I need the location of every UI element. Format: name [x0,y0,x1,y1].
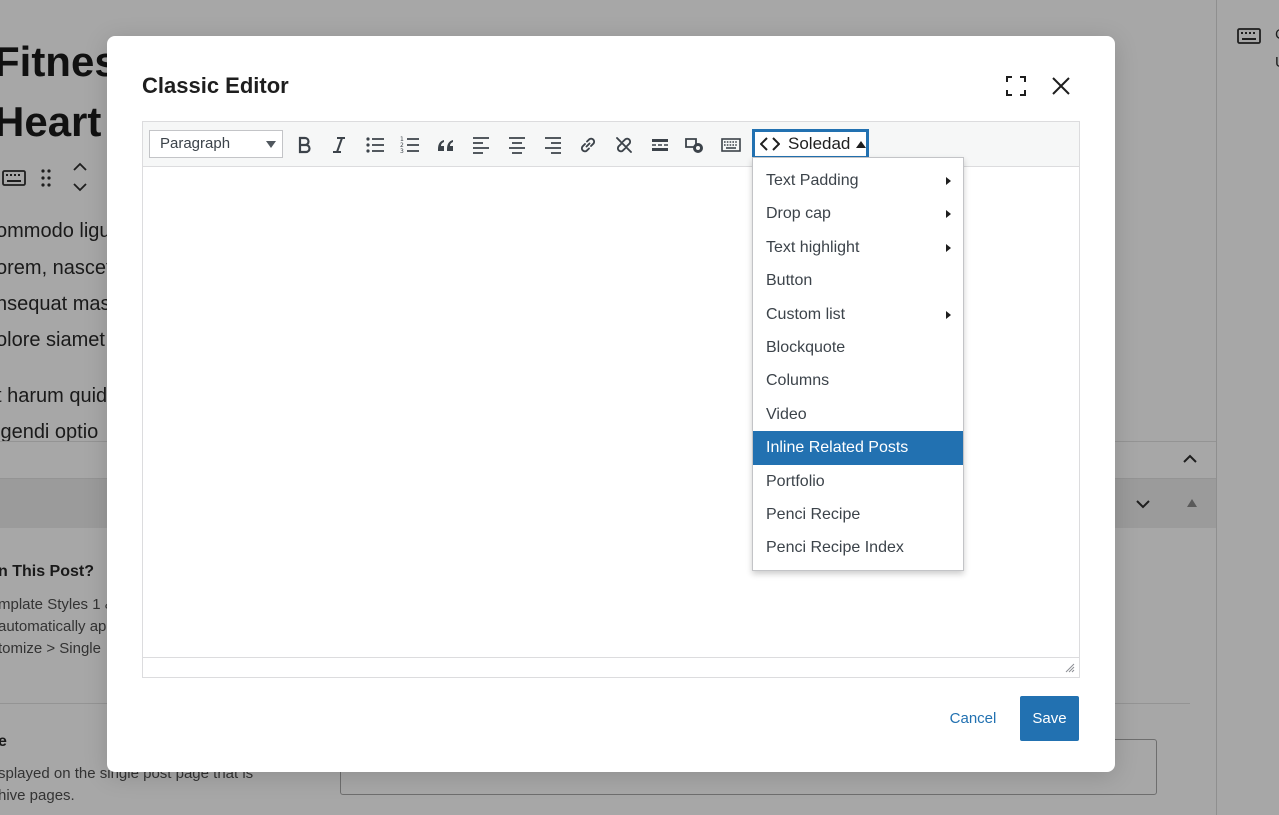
body-text-line: orem, nascet [0,257,112,279]
align-center-icon [509,137,525,154]
caret-up-icon [856,140,867,148]
italic-button[interactable] [325,131,353,159]
chevron-down-icon[interactable] [1135,499,1151,509]
bold-button[interactable] [290,131,318,159]
meta-section2-heading: e [0,733,7,750]
drag-handle-icon[interactable] [40,168,52,188]
menu-item-label: Penci Recipe Index [766,539,904,557]
submenu-arrow-icon [946,177,951,185]
media-icon [685,138,703,153]
code-icon [760,137,780,151]
fullscreen-button[interactable] [1000,70,1032,102]
menu-item-text-padding[interactable]: Text Padding [753,164,963,197]
menu-item-label: Button [766,272,813,290]
meta-section-text: tomize > Single [0,640,101,657]
triangle-up-icon[interactable] [1187,499,1197,507]
bullet-list-icon [366,137,384,153]
editor-statusbar [143,657,1079,677]
align-right-button[interactable] [539,131,567,159]
modal-title: Classic Editor [142,73,289,98]
media-button[interactable] [681,131,709,159]
svg-text:3: 3 [400,148,404,155]
sidebar-snippet: U [1275,54,1279,71]
save-button[interactable]: Save [1020,696,1079,741]
menu-item-blockquote[interactable]: Blockquote [753,331,963,364]
numbered-list-icon: 123 [400,136,419,155]
menu-item-penci-recipe-index[interactable]: Penci Recipe Index [753,531,963,564]
body-text-line: olore siamet [0,329,105,351]
submenu-arrow-icon [946,310,951,319]
numbered-list-button[interactable]: 123 [396,131,424,159]
link-button[interactable] [574,131,602,159]
sidebar-snippet: C [1275,26,1279,43]
link-icon [580,137,596,153]
chevron-down-icon[interactable] [72,182,88,192]
chevron-up-icon[interactable] [1182,454,1198,464]
bold-icon [298,136,311,154]
menu-item-columns[interactable]: Columns [753,364,963,397]
meta-section-text: mplate Styles 1 & [0,596,115,613]
format-select-value: Paragraph [160,135,231,152]
align-left-button[interactable] [467,131,495,159]
menu-item-inline-related-posts[interactable]: Inline Related Posts [753,431,963,465]
menu-item-penci-recipe[interactable]: Penci Recipe [753,498,963,531]
menu-item-portfolio[interactable]: Portfolio [753,465,963,498]
read-more-icon [652,139,668,151]
body-text-line: t harum quid [0,385,108,407]
close-button[interactable] [1045,70,1077,102]
chevron-up-icon[interactable] [72,162,88,172]
menu-item-label: Inline Related Posts [766,439,909,457]
keyboard-icon [721,138,741,152]
block-toolbar [0,158,106,200]
keyboard-icon [1237,28,1261,44]
align-center-button[interactable] [503,131,531,159]
meta-section2-text: hive pages. [0,787,75,804]
soledad-dropdown-menu: Text Padding Drop cap Text highlight But… [752,157,964,571]
caret-down-icon [266,141,276,148]
menu-item-label: Penci Recipe [766,505,861,523]
body-text-line: nsequat mas [0,293,111,315]
menu-item-custom-list[interactable]: Custom list [753,298,963,331]
post-title-line-2: Heart [0,98,102,145]
unlink-button[interactable] [610,131,638,159]
read-more-button[interactable] [646,131,674,159]
menu-item-video[interactable]: Video [753,398,963,431]
body-text-line: ommodo ligu [0,220,111,242]
bullet-list-button[interactable] [361,131,389,159]
settings-sidebar: C U [1216,0,1279,815]
menu-item-label: Columns [766,372,830,390]
resize-grip-icon[interactable] [1065,663,1075,673]
menu-item-text-highlight[interactable]: Text highlight [753,231,963,264]
submenu-arrow-icon [946,210,951,219]
align-right-icon [545,137,561,154]
fullscreen-icon [1006,76,1026,96]
cancel-button[interactable]: Cancel [941,708,1005,730]
menu-item-label: Custom list [766,305,846,323]
align-left-icon [473,137,489,154]
menu-item-label: Blockquote [766,338,846,356]
menu-item-label: Video [766,405,807,423]
close-icon [1052,77,1070,95]
format-select[interactable]: Paragraph [149,130,283,158]
italic-icon [333,137,345,153]
menu-item-label: Portfolio [766,472,825,490]
meta-section-text: automatically ap [0,618,107,635]
menu-item-label: Text highlight [766,238,860,256]
blockquote-icon [438,140,453,151]
menu-item-label: Drop cap [766,205,831,223]
submenu-arrow-icon [946,243,951,252]
toolbar-toggle-button[interactable] [717,131,745,159]
menu-item-drop-cap[interactable]: Drop cap [753,197,963,230]
meta-section-heading: n This Post? [0,563,94,580]
unlink-icon [616,137,632,153]
menu-item-button[interactable]: Button [753,264,963,297]
menu-item-label: Text Padding [766,172,859,189]
soledad-shortcodes-button[interactable]: Soledad [752,129,869,159]
keyboard-icon[interactable] [2,170,26,186]
soledad-label: Soledad [788,134,851,153]
blockquote-button[interactable] [432,131,460,159]
